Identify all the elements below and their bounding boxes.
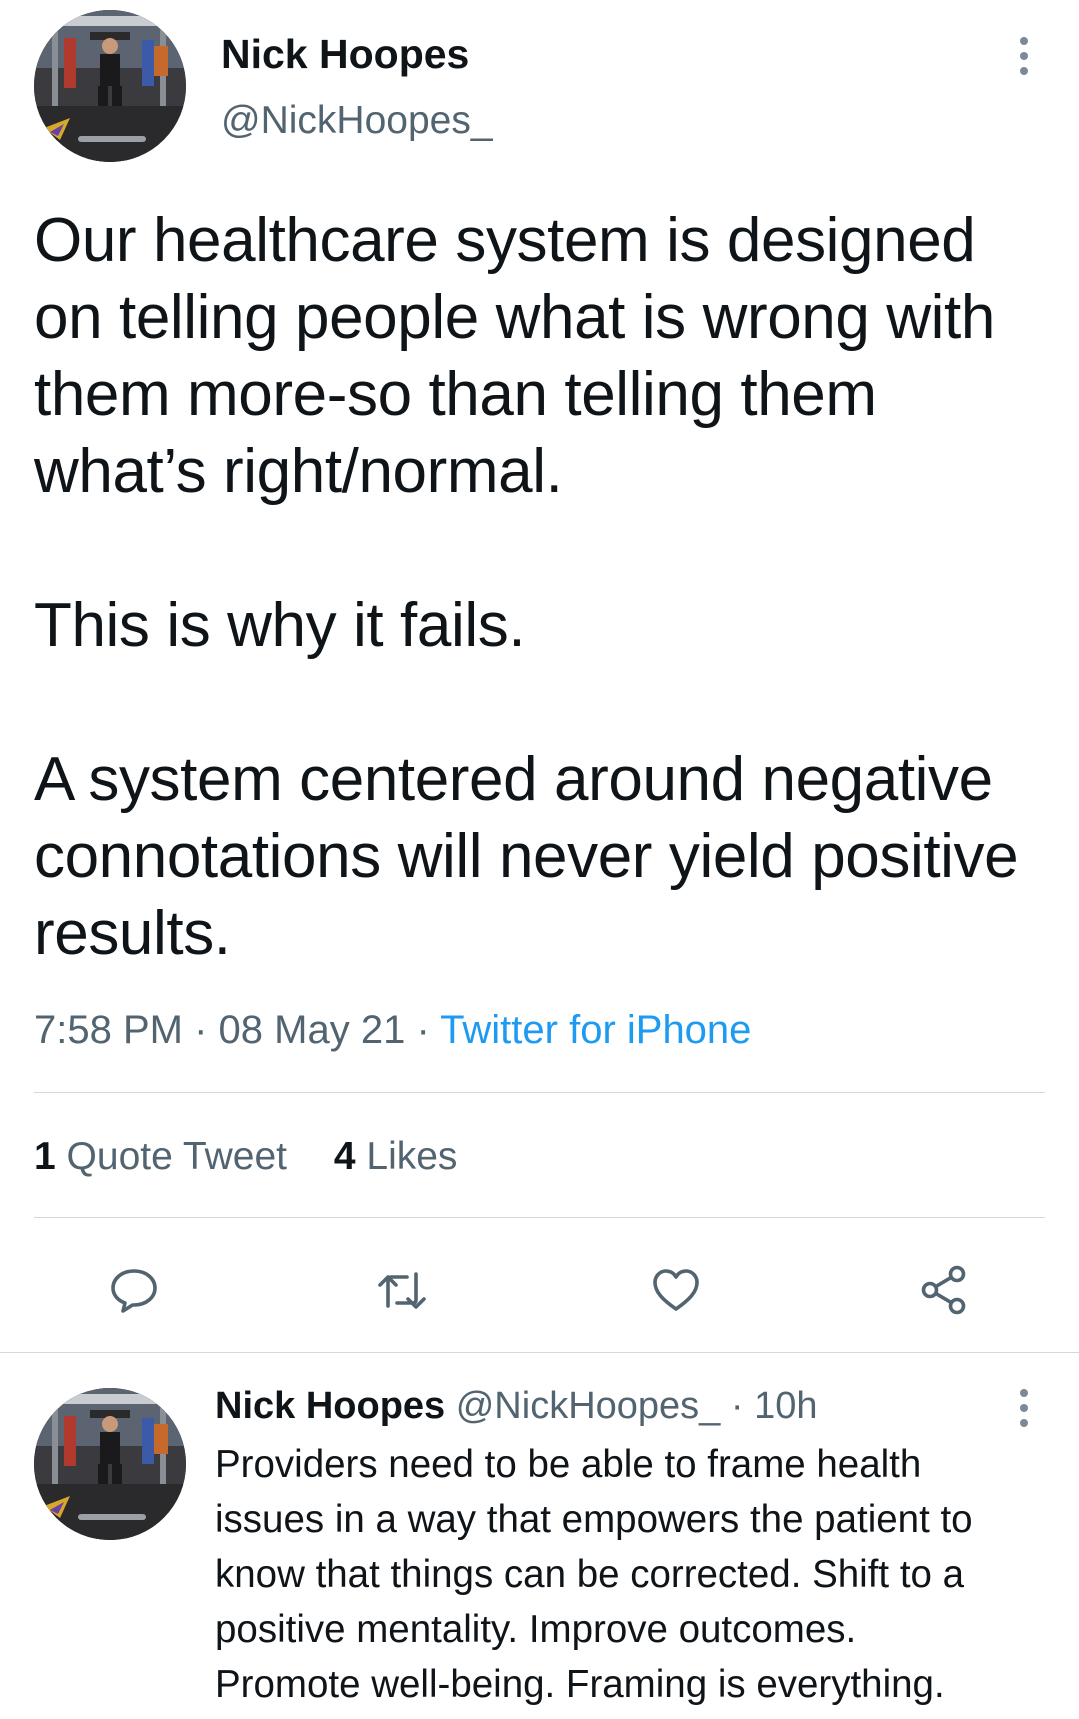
separator: · — [194, 1008, 208, 1052]
dot — [1020, 67, 1028, 75]
reply-text-line: issues in a way that empowers the patien… — [215, 1498, 973, 1541]
reply-icon — [111, 1269, 157, 1313]
reply-more-options-icon[interactable] — [1012, 1389, 1036, 1427]
tweet-text-line: A system centered around negative — [34, 745, 993, 814]
divider — [34, 1092, 1045, 1093]
tweet-date[interactable]: 08 May 21 — [219, 1008, 406, 1052]
separator: · — [730, 1385, 744, 1427]
more-options-icon[interactable] — [1012, 37, 1036, 75]
author-avatar[interactable] — [34, 10, 186, 162]
tweet-text-line: results. — [34, 899, 231, 968]
reply-author-avatar[interactable] — [34, 1388, 186, 1540]
dot — [1020, 37, 1028, 45]
avatar-gym-photo — [34, 10, 186, 162]
dot — [1020, 1419, 1028, 1427]
tweet-text-line: them more-so than telling them — [34, 360, 877, 429]
tweet-source-link[interactable]: Twitter for iPhone — [440, 1008, 751, 1052]
tweet-metadata: 7:58 PM · 08 May 21 · Twitter for iPhone — [34, 1006, 751, 1054]
tweet-stats: 1 Quote Tweet 4 Likes — [34, 1134, 493, 1180]
quote-tweets-count: 1 — [34, 1135, 56, 1178]
reply-text-line: know that things can be corrected. Shift… — [215, 1553, 965, 1596]
separator: · — [416, 1008, 430, 1052]
dot — [1020, 52, 1028, 60]
divider — [34, 1217, 1045, 1218]
tweet-text: Our healthcare system is designed on tel… — [34, 202, 1064, 972]
share-button[interactable] — [916, 1262, 972, 1318]
retweet-icon — [378, 1272, 426, 1309]
dot — [1020, 1404, 1028, 1412]
reply-header: Nick Hoopes @NickHoopes_ · 10h — [215, 1383, 818, 1429]
heart-icon — [653, 1269, 699, 1311]
quote-tweets-label: Quote Tweet — [66, 1135, 287, 1178]
tweet-text-line: on telling people what is wrong with — [34, 283, 995, 352]
likes-label: Likes — [366, 1135, 458, 1178]
reply-button[interactable] — [106, 1262, 162, 1318]
author-name[interactable]: Nick Hoopes — [221, 30, 469, 78]
avatar-gym-photo — [34, 1388, 186, 1540]
share-icon — [921, 1265, 966, 1315]
reply-text: Providers need to be able to frame healt… — [215, 1437, 1065, 1712]
tweet-time[interactable]: 7:58 PM — [34, 1008, 183, 1052]
tweet-text-line: This is why it fails. — [34, 591, 526, 660]
reply-time[interactable]: 10h — [754, 1385, 817, 1427]
dot — [1020, 1389, 1028, 1397]
like-button[interactable] — [648, 1262, 704, 1318]
reply-author-name[interactable]: Nick Hoopes — [215, 1385, 445, 1427]
tweet-text-line: what’s right/normal. — [34, 437, 563, 506]
retweet-button[interactable] — [374, 1262, 430, 1318]
tweet-text-line: Our healthcare system is designed — [34, 206, 976, 275]
likes-stat[interactable]: 4 Likes — [334, 1135, 458, 1178]
likes-count: 4 — [333, 1135, 356, 1178]
tweet-text-line: connotations will never yield positive — [34, 822, 1019, 891]
reply-text-line: Promote well-being. Framing is everythin… — [215, 1663, 945, 1706]
reply-text-line: Providers need to be able to frame healt… — [215, 1443, 922, 1486]
reply-text-line: positive mentality. Improve outcomes. — [215, 1608, 857, 1651]
reply-author-handle[interactable]: @NickHoopes_ — [456, 1385, 721, 1427]
quote-tweets-stat[interactable]: 1 Quote Tweet — [34, 1135, 287, 1178]
main-tweet: Nick Hoopes @NickHoopes_ Our healthcare … — [0, 0, 1079, 1352]
author-handle[interactable]: @NickHoopes_ — [221, 98, 493, 144]
